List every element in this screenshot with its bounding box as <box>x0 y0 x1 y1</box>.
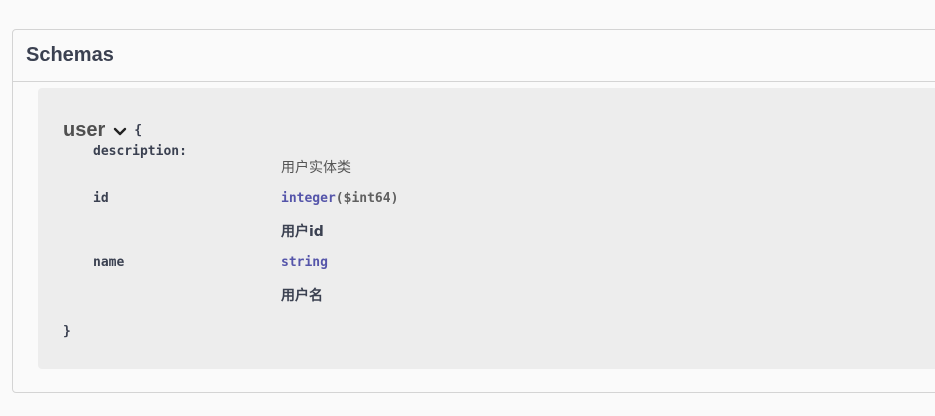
close-brace: } <box>63 324 71 339</box>
format-label: ($int64) <box>335 191 399 206</box>
chevron-down-icon[interactable] <box>112 124 128 140</box>
schemas-header[interactable]: Schemas <box>13 30 935 82</box>
property-description-name: 用户名 <box>281 288 323 304</box>
description-key: description: <box>93 144 187 159</box>
schemas-section: Schemas user { description: 用户实体类 id int… <box>12 29 935 393</box>
type-label: integer <box>281 191 336 206</box>
schemas-title: Schemas <box>26 44 114 66</box>
model-name-row[interactable]: user { <box>63 119 142 142</box>
model-description: 用户实体类 <box>281 160 351 176</box>
property-name-name: name <box>93 255 125 270</box>
model-container: user { description: 用户实体类 id integer($in… <box>38 88 935 369</box>
property-type-id: integer($int64) <box>281 191 398 206</box>
property-description-id: 用户id <box>281 224 324 240</box>
property-name-id: id <box>93 191 109 206</box>
type-label: string <box>281 255 328 270</box>
open-brace: { <box>134 123 143 138</box>
model-name[interactable]: user <box>63 119 105 142</box>
property-type-name: string <box>281 255 328 270</box>
